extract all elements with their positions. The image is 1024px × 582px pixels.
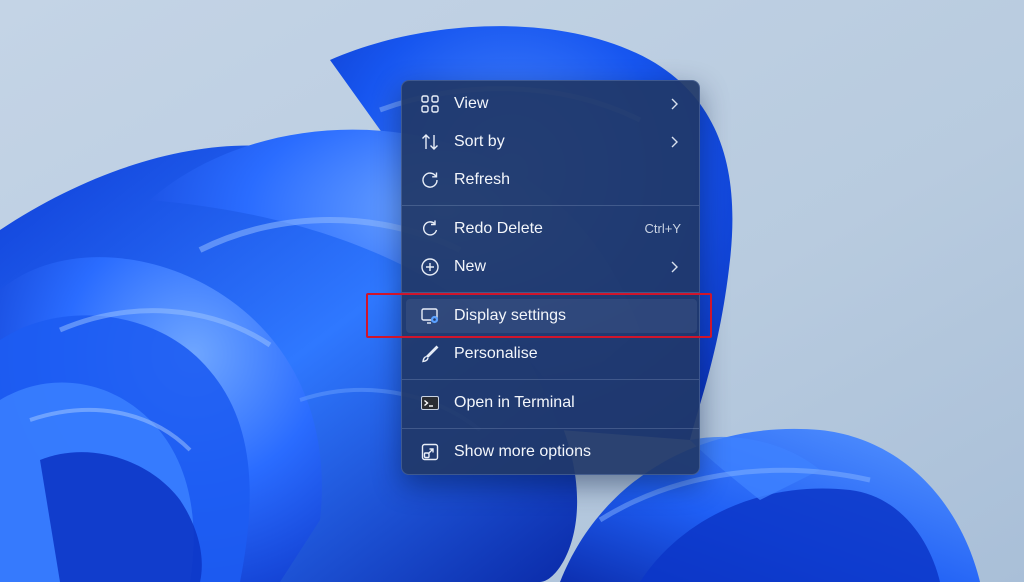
menu-separator xyxy=(402,428,699,429)
menu-item-personalise[interactable]: Personalise xyxy=(406,337,697,371)
menu-item-sort-by[interactable]: Sort by xyxy=(406,125,697,159)
menu-item-refresh[interactable]: Refresh xyxy=(406,163,697,197)
sort-icon xyxy=(420,132,440,152)
menu-item-label: Open in Terminal xyxy=(454,394,575,411)
menu-item-label: New xyxy=(454,258,487,275)
brush-icon xyxy=(420,344,440,364)
menu-item-open-in-terminal[interactable]: Open in Terminal xyxy=(406,386,697,420)
chevron-right-icon xyxy=(669,96,679,112)
menu-separator xyxy=(402,379,699,380)
menu-separator xyxy=(402,205,699,206)
chevron-right-icon xyxy=(669,259,679,275)
desktop-context-menu: View Sort by Refresh Redo Delete Ctrl+Y xyxy=(401,80,700,475)
menu-item-view[interactable]: View xyxy=(406,87,697,121)
keyboard-shortcut: Ctrl+Y xyxy=(644,221,681,236)
menu-item-label: Refresh xyxy=(454,171,511,188)
menu-item-label: Sort by xyxy=(454,133,505,150)
chevron-right-icon xyxy=(669,134,679,150)
redo-icon xyxy=(420,219,440,239)
menu-item-redo-delete[interactable]: Redo Delete Ctrl+Y xyxy=(406,212,697,246)
menu-item-label: Personalise xyxy=(454,345,538,362)
menu-item-new[interactable]: New xyxy=(406,250,697,284)
view-grid-icon xyxy=(420,94,440,114)
highlight-box xyxy=(366,293,712,338)
menu-item-show-more-options[interactable]: Show more options xyxy=(406,435,697,469)
menu-item-label: Redo Delete xyxy=(454,220,543,237)
refresh-icon xyxy=(420,170,440,190)
menu-item-label: View xyxy=(454,95,489,112)
show-more-options-icon xyxy=(420,442,440,462)
new-plus-icon xyxy=(420,257,440,277)
menu-item-label: Show more options xyxy=(454,443,591,460)
terminal-icon xyxy=(420,393,440,413)
